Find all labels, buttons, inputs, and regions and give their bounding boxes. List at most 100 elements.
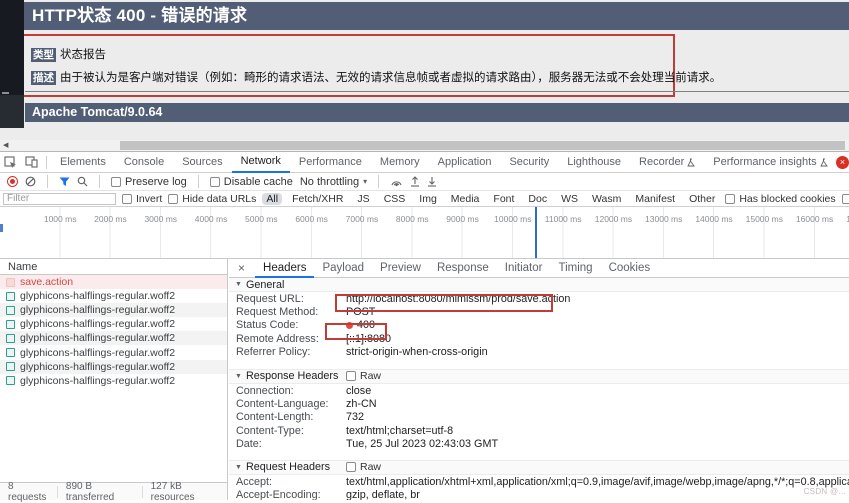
tab-security[interactable]: Security [500, 152, 558, 173]
search-icon[interactable] [77, 176, 88, 187]
request-row-font[interactable]: glyphicons-halflings-regular.woff2 [0, 317, 227, 331]
filter-type-fetch-xhr[interactable]: Fetch/XHR [288, 193, 347, 205]
experiment-flask-icon [820, 158, 828, 167]
timeline-tick: 4000 ms [186, 207, 236, 258]
tab-preview[interactable]: Preview [372, 259, 429, 278]
chevron-down-icon: ▼ [235, 464, 242, 471]
tab-initiator[interactable]: Initiator [497, 259, 551, 278]
dom-content-loaded-line [535, 207, 537, 259]
desc-badge: 描述 [31, 71, 56, 85]
desc-value: 由于被认为是客户端对错误（例如：畸形的请求语法、无效的请求信息帧或者虚拟的请求路… [60, 72, 721, 84]
preserve-log-checkbox[interactable]: Preserve log [111, 176, 187, 188]
tab-sources[interactable]: Sources [173, 152, 231, 173]
request-row-save-action[interactable]: save.action [0, 275, 227, 289]
timeline-tick: 16000 ms [789, 207, 839, 258]
chevron-down-icon: ▾ [363, 177, 367, 186]
timeline-tick: 12000 ms [588, 207, 638, 258]
tab-console[interactable]: Console [115, 152, 173, 173]
section-response-headers[interactable]: ▼ Response Headers Raw [229, 369, 849, 384]
server-version-bar: Apache Tomcat/9.0.64 [25, 103, 849, 122]
filter-type-manifest[interactable]: Manifest [631, 193, 679, 205]
scrollbar-thumb[interactable] [120, 141, 845, 150]
tab-cookies[interactable]: Cookies [601, 259, 659, 278]
section-general[interactable]: ▼ General [229, 278, 849, 292]
record-button[interactable] [7, 176, 18, 187]
tab-performance[interactable]: Performance [290, 152, 371, 173]
invert-checkbox[interactable]: Invert [122, 193, 162, 205]
header-row: Status Code:400 [229, 319, 849, 332]
close-icon[interactable]: × [238, 261, 245, 275]
header-row: Request Method:POST [229, 305, 849, 318]
timeline-tick: 9000 ms [437, 207, 487, 258]
filter-toggle-icon[interactable] [59, 177, 70, 187]
header-row: Accept-Encoding:gzip, deflate, br [229, 488, 849, 500]
left-black-strip [0, 0, 24, 128]
page-title: HTTP状态 400 - 错误的请求 [32, 6, 247, 25]
device-toolbar-icon[interactable] [25, 156, 38, 168]
tab-performance-insights[interactable]: Performance insights [704, 152, 836, 173]
request-row-font[interactable]: glyphicons-halflings-regular.woff2 [0, 360, 227, 374]
raw-checkbox[interactable]: Raw [346, 370, 381, 382]
filter-type-other[interactable]: Other [685, 193, 719, 205]
font-file-icon [6, 376, 15, 385]
request-row-font[interactable]: glyphicons-halflings-regular.woff2 [0, 374, 227, 388]
page-horizontal-scrollbar[interactable]: ◀ [0, 140, 849, 151]
requests-name-header[interactable]: Name [0, 259, 227, 275]
tab-headers[interactable]: Headers [255, 259, 314, 278]
scroll-left-icon[interactable]: ◀ [3, 141, 8, 150]
experiment-flask-icon [687, 158, 695, 167]
tab-memory[interactable]: Memory [371, 152, 429, 173]
csdn-watermark: CSDN @... [804, 487, 846, 496]
filter-type-media[interactable]: Media [447, 193, 484, 205]
timeline-request-bar [0, 224, 3, 232]
request-details-pane: × Headers Payload Preview Response Initi… [229, 259, 849, 500]
tab-response[interactable]: Response [429, 259, 497, 278]
request-row-font[interactable]: glyphicons-halflings-regular.woff2 [0, 345, 227, 359]
timeline-tick: 7000 ms [337, 207, 387, 258]
header-row: Accept:text/html,application/xhtml+xml,a… [229, 475, 849, 488]
tab-elements[interactable]: Elements [51, 152, 115, 173]
filter-type-css[interactable]: CSS [380, 193, 410, 205]
tab-timing[interactable]: Timing [550, 259, 600, 278]
network-overview-timeline[interactable]: 1000 ms 2000 ms 3000 ms 4000 ms 5000 ms … [0, 207, 849, 259]
tab-recorder[interactable]: Recorder [630, 152, 704, 173]
font-file-icon [6, 320, 15, 329]
raw-checkbox[interactable]: Raw [346, 461, 381, 473]
import-har-icon[interactable] [410, 176, 420, 187]
error-count-badge[interactable]: × [836, 156, 849, 169]
throttling-select[interactable]: No throttling▾ [300, 176, 367, 188]
tab-application[interactable]: Application [429, 152, 501, 173]
filter-type-js[interactable]: JS [353, 193, 373, 205]
blocked-requests-checkbox[interactable]: Blocked Requests [842, 193, 849, 205]
filter-type-font[interactable]: Font [489, 193, 518, 205]
has-blocked-cookies-checkbox[interactable]: Has blocked cookies [725, 193, 835, 205]
filter-type-all[interactable]: All [262, 193, 282, 205]
request-row-font[interactable]: glyphicons-halflings-regular.woff2 [0, 303, 227, 317]
filter-type-img[interactable]: Img [415, 193, 441, 205]
request-row-font[interactable]: glyphicons-halflings-regular.woff2 [0, 289, 227, 303]
header-row: Request URL:http://localhost:8080/mimiss… [229, 292, 849, 305]
filter-type-doc[interactable]: Doc [524, 193, 551, 205]
server-version: Apache Tomcat/9.0.64 [32, 105, 162, 119]
filter-type-ws[interactable]: WS [557, 193, 582, 205]
tab-lighthouse[interactable]: Lighthouse [558, 152, 630, 173]
clear-button[interactable] [25, 176, 36, 187]
tab-network[interactable]: Network [232, 152, 290, 173]
font-file-icon [6, 348, 15, 357]
filter-type-wasm[interactable]: Wasm [588, 193, 625, 205]
network-filter-bar: Invert Hide data URLs All Fetch/XHR JS C… [0, 191, 849, 207]
tab-payload[interactable]: Payload [314, 259, 372, 278]
inspect-element-icon[interactable] [4, 156, 17, 169]
font-file-icon [6, 292, 15, 301]
section-request-headers[interactable]: ▼ Request Headers Raw [229, 460, 849, 475]
disable-cache-checkbox[interactable]: Disable cache [210, 176, 293, 188]
requests-count: 8 requests [0, 481, 57, 503]
header-row: Connection:close [229, 384, 849, 397]
export-har-icon[interactable] [427, 176, 437, 187]
transferred-size: 890 B transferred [58, 481, 142, 503]
filter-input[interactable] [3, 193, 116, 205]
network-conditions-icon[interactable] [390, 176, 403, 187]
hide-data-urls-checkbox[interactable]: Hide data URLs [168, 193, 256, 205]
request-row-font[interactable]: glyphicons-halflings-regular.woff2 [0, 331, 227, 345]
devtools-panel: Elements Console Sources Network Perform… [0, 151, 849, 500]
